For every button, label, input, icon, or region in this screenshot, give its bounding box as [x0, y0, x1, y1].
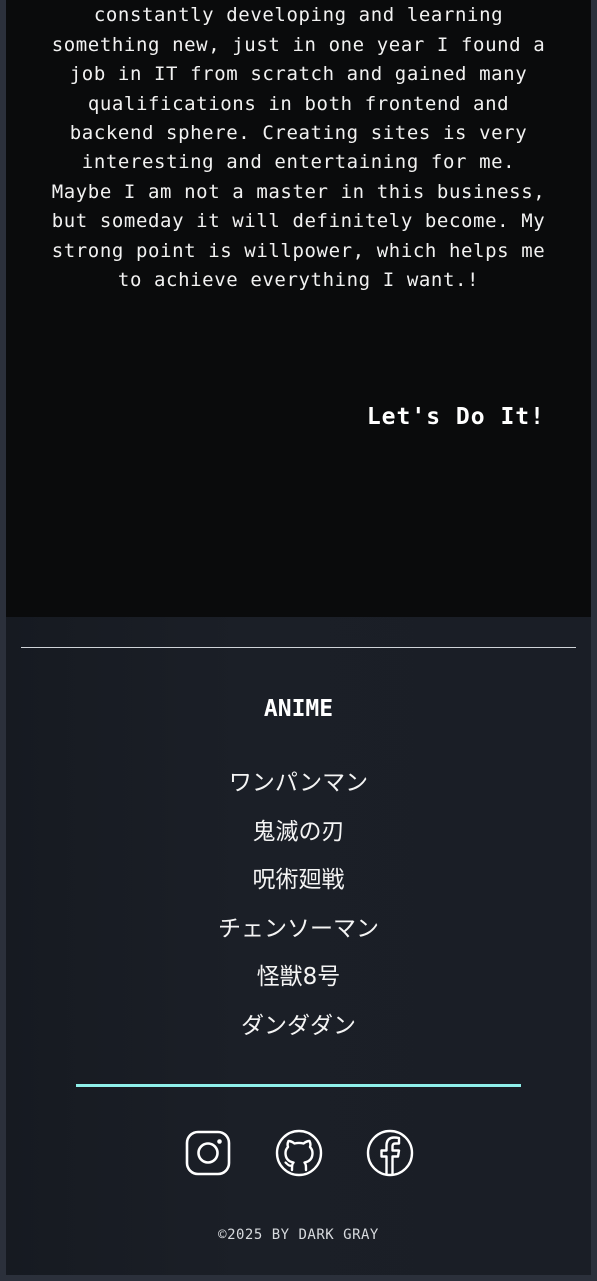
anime-link-chainsaw-man[interactable]: チェンソーマン — [6, 909, 591, 958]
facebook-icon[interactable] — [366, 1129, 414, 1177]
lets-do-it-link[interactable]: Let's Do It! — [367, 404, 545, 430]
page: of the examples of my designer work. I a… — [0, 0, 597, 1281]
instagram-icon[interactable] — [184, 1129, 232, 1177]
accent-divider — [76, 1084, 521, 1087]
footer: ANIME ワンパンマン 鬼滅の刃 呪術廻戦 チェンソーマン 怪獣8号 ダンダダ… — [6, 617, 591, 1275]
anime-link-jujutsu-kaisen[interactable]: 呪術廻戦 — [6, 860, 591, 909]
footer-title: ANIME — [263, 696, 334, 722]
anime-link-one-punch-man[interactable]: ワンパンマン — [6, 763, 591, 812]
social-links — [6, 1129, 591, 1177]
anime-link-kaiju-no-8[interactable]: 怪獣8号 — [6, 957, 591, 1006]
anime-link-demon-slayer[interactable]: 鬼滅の刃 — [6, 812, 591, 861]
github-icon[interactable] — [275, 1129, 323, 1177]
about-paragraph: of the examples of my designer work. I a… — [51, 4, 546, 292]
anime-list: ワンパンマン 鬼滅の刃 呪術廻戦 チェンソーマン 怪獣8号 ダンダダン — [6, 763, 591, 1054]
footer-divider — [21, 647, 576, 648]
about-section: of the examples of my designer work. I a… — [6, 0, 591, 617]
copyright-text: ©2025 BY DARK GRAY — [218, 1227, 379, 1243]
anime-link-dandadan[interactable]: ダンダダン — [6, 1006, 591, 1055]
